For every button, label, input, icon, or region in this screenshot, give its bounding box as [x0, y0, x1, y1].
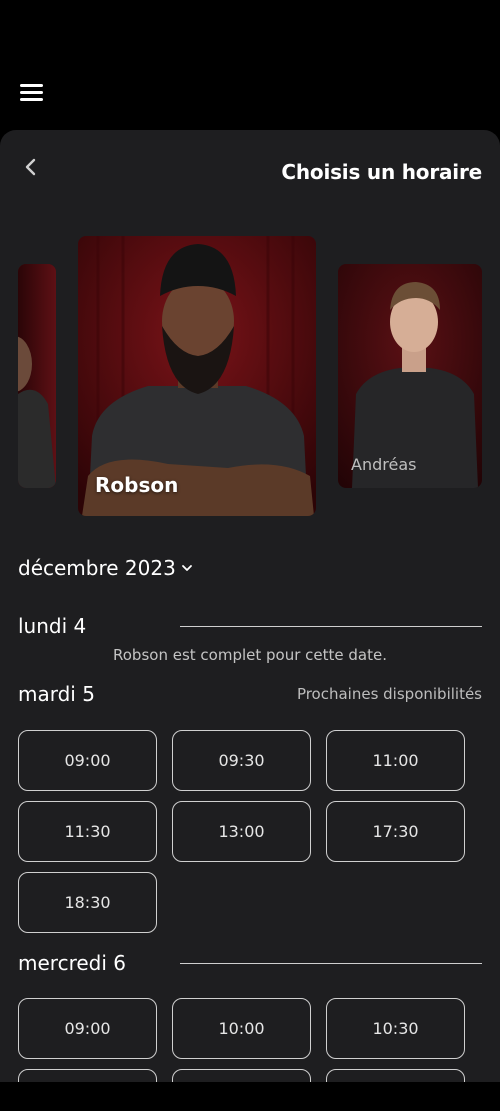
barber-card-selected[interactable]: Robson [78, 236, 316, 516]
day-label: lundi 4 [18, 614, 87, 638]
barber-card-right[interactable]: Andréas [338, 264, 482, 488]
day-full-message: Robson est complet pour cette date. [113, 646, 387, 664]
time-slot[interactable]: 09:00 [18, 998, 157, 1059]
month-label: décembre 2023 [18, 556, 176, 580]
barber-name: Andréas [351, 455, 417, 474]
time-slot[interactable]: 09:30 [172, 730, 311, 791]
day-header: mercredi 6 [18, 948, 482, 978]
chevron-left-icon [25, 158, 36, 176]
day-label: mardi 5 [18, 682, 95, 706]
day-label: mercredi 6 [18, 951, 126, 975]
divider [180, 963, 482, 964]
hamburger-menu-icon[interactable] [20, 82, 44, 102]
barber-portrait [18, 264, 56, 488]
time-slot[interactable] [18, 1069, 157, 1082]
time-slot-grid: 09:00 09:30 11:00 11:30 13:00 17:30 18:3… [18, 730, 482, 933]
barber-card-left[interactable] [18, 264, 56, 488]
time-slot[interactable]: 17:30 [326, 801, 465, 862]
back-button[interactable] [18, 152, 44, 182]
time-slot[interactable]: 11:30 [18, 801, 157, 862]
time-slot[interactable]: 09:00 [18, 730, 157, 791]
time-slot[interactable] [172, 1069, 311, 1082]
time-slot-grid: 09:00 10:00 10:30 [18, 998, 482, 1082]
day-header: mardi 5 Prochaines disponibilités [18, 679, 482, 709]
time-slot[interactable]: 13:00 [172, 801, 311, 862]
divider [180, 626, 482, 627]
time-slot[interactable]: 10:00 [172, 998, 311, 1059]
barber-carousel[interactable]: Robson Andréas [0, 234, 500, 519]
chevron-down-icon [181, 565, 192, 571]
day-header: lundi 4 [18, 611, 482, 641]
schedule-sheet: Choisis un horaire Robson Andréas décemb… [0, 130, 500, 1082]
system-nav-bar [0, 1082, 500, 1111]
page-title: Choisis un horaire [281, 160, 482, 184]
top-bar [0, 0, 500, 130]
time-slot[interactable]: 18:30 [18, 872, 157, 933]
next-availability-label: Prochaines disponibilités [296, 685, 482, 703]
time-slot[interactable]: 10:30 [326, 998, 465, 1059]
barber-name: Robson [95, 473, 179, 497]
time-slot[interactable]: 11:00 [326, 730, 465, 791]
time-slot[interactable] [326, 1069, 465, 1082]
month-dropdown[interactable]: décembre 2023 [18, 556, 193, 580]
